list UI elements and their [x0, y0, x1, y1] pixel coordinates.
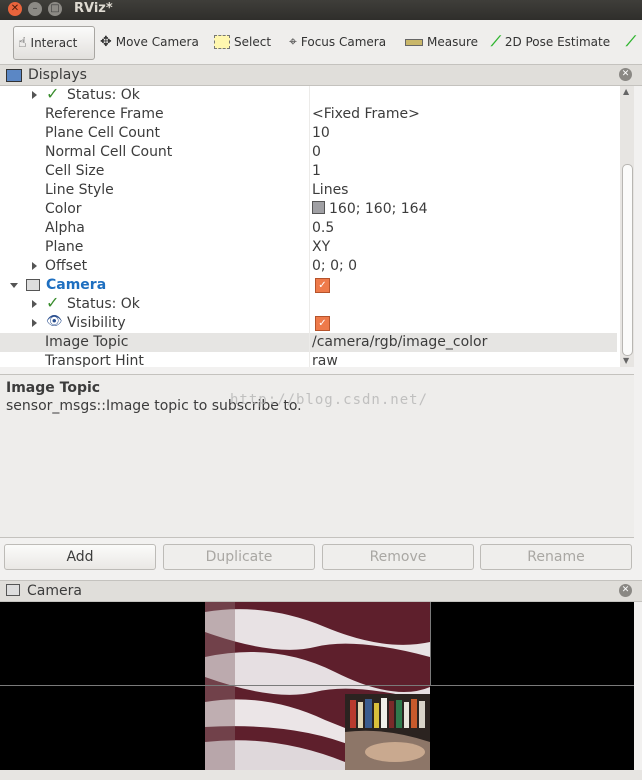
- window-title: RViz*: [74, 1, 113, 16]
- property-name: Transport Hint: [45, 353, 144, 367]
- scroll-down-icon[interactable]: ▼: [623, 356, 629, 365]
- next-tool-button[interactable]: ⟋: [626, 26, 640, 58]
- property-value[interactable]: 0.5: [312, 220, 334, 236]
- property-value[interactable]: <Fixed Frame>: [312, 106, 420, 122]
- status-bar: [0, 770, 642, 780]
- property-value[interactable]: raw: [312, 353, 338, 367]
- property-value[interactable]: XY: [312, 239, 330, 255]
- collapse-arrow-icon[interactable]: [10, 283, 18, 288]
- tools-toolbar: ☝ Interact ✥ Move Camera Select ⌖ Focus …: [0, 20, 642, 65]
- remove-button[interactable]: Remove: [322, 544, 474, 570]
- displays-panel-title: Displays: [28, 67, 87, 83]
- color-swatch[interactable]: [312, 201, 325, 214]
- property-value[interactable]: Lines: [312, 182, 348, 198]
- property-name: Plane: [45, 239, 84, 255]
- display-name: Camera: [46, 277, 107, 293]
- camera-frame-image: [205, 602, 430, 770]
- tool-label: Focus Camera: [300, 35, 387, 49]
- monitor-icon: [6, 68, 22, 82]
- measure-tool-button[interactable]: Measure: [405, 26, 478, 58]
- displays-panel-header: Displays ✕: [0, 64, 642, 86]
- displays-scrollbar[interactable]: ▲ ▼: [620, 86, 634, 367]
- property-value[interactable]: 10: [312, 125, 330, 141]
- expand-arrow-icon[interactable]: [32, 91, 37, 99]
- eye-icon: 👁: [46, 314, 63, 329]
- property-name: Cell Size: [45, 163, 105, 179]
- green-arrow-icon: ⟋: [491, 34, 501, 50]
- property-name: Reference Frame: [45, 106, 164, 122]
- expand-arrow-icon[interactable]: [32, 300, 37, 308]
- property-value[interactable]: 0; 0; 0: [312, 258, 357, 274]
- move-camera-tool-button[interactable]: ✥ Move Camera: [100, 26, 199, 58]
- scroll-up-icon[interactable]: ▲: [623, 87, 629, 96]
- property-name: Color: [45, 201, 82, 217]
- 2d-pose-estimate-tool-button[interactable]: ⟋ 2D Pose Estimate: [491, 26, 610, 58]
- duplicate-button[interactable]: Duplicate: [163, 544, 315, 570]
- property-value[interactable]: /camera/rgb/image_color: [312, 334, 487, 350]
- property-name: Offset: [45, 258, 88, 274]
- focus-camera-tool-button[interactable]: ⌖ Focus Camera: [289, 26, 386, 58]
- watermark: http://blog.csdn.net/: [230, 392, 429, 408]
- select-tool-button[interactable]: Select: [214, 26, 271, 58]
- focus-icon: ⌖: [289, 34, 297, 50]
- tool-label: Select: [234, 35, 272, 49]
- camera-panel-header: Camera ✕: [0, 580, 642, 602]
- property-name: Status: Ok: [67, 296, 140, 312]
- camera-image-view[interactable]: [0, 602, 634, 770]
- move-icon: ✥: [100, 34, 112, 50]
- property-value[interactable]: 160; 160; 164: [312, 201, 428, 217]
- property-name: Alpha: [45, 220, 85, 236]
- window-maximize-button[interactable]: □: [48, 2, 62, 16]
- rename-button[interactable]: Rename: [480, 544, 632, 570]
- color-value: 160; 160; 164: [329, 201, 428, 217]
- expand-arrow-icon[interactable]: [32, 319, 37, 327]
- interact-tool-button[interactable]: ☝ Interact: [13, 26, 95, 60]
- select-icon: [214, 35, 230, 49]
- viewport-grid-line: [430, 602, 431, 686]
- camera-icon: [6, 584, 20, 596]
- property-name: Image Topic: [45, 334, 129, 350]
- property-value[interactable]: 0: [312, 144, 321, 160]
- scrollbar-thumb[interactable]: [622, 164, 633, 356]
- column-divider[interactable]: [309, 86, 310, 367]
- visibility-checkbox[interactable]: ✓: [315, 316, 330, 331]
- tool-label: 2D Pose Estimate: [504, 35, 611, 49]
- property-name: Visibility: [67, 315, 126, 331]
- camera-icon: [26, 279, 40, 291]
- add-button[interactable]: Add: [4, 544, 156, 570]
- camera-enabled-checkbox[interactable]: ✓: [315, 278, 330, 293]
- camera-image: [205, 602, 430, 770]
- check-icon: ✓: [46, 293, 60, 312]
- property-name: Plane Cell Count: [45, 125, 161, 141]
- camera-panel-title: Camera: [27, 583, 82, 599]
- window-close-button[interactable]: ✕: [8, 2, 22, 16]
- expand-arrow-icon[interactable]: [32, 262, 37, 270]
- green-arrow-icon: ⟋: [626, 34, 636, 50]
- tool-label: Interact: [30, 36, 78, 50]
- check-icon: ✓: [46, 86, 60, 103]
- tool-label: Measure: [427, 35, 478, 49]
- hand-icon: ☝: [18, 35, 27, 51]
- window-minimize-button[interactable]: –: [28, 2, 42, 16]
- close-icon[interactable]: ✕: [619, 584, 632, 597]
- property-name: Normal Cell Count: [45, 144, 173, 160]
- ruler-icon: [405, 38, 423, 46]
- property-name: Line Style: [45, 182, 114, 198]
- property-value[interactable]: 1: [312, 163, 321, 179]
- displays-tree[interactable]: ✓ Status: Ok Reference Frame <Fixed Fram…: [0, 86, 620, 367]
- window-titlebar: ✕ – □ RViz*: [0, 0, 642, 20]
- viewport-grid-line: [0, 685, 634, 686]
- close-icon[interactable]: ✕: [619, 68, 632, 81]
- description-title: Image Topic: [6, 380, 101, 396]
- tool-label: Move Camera: [115, 35, 199, 49]
- property-name: Status: Ok: [67, 87, 140, 103]
